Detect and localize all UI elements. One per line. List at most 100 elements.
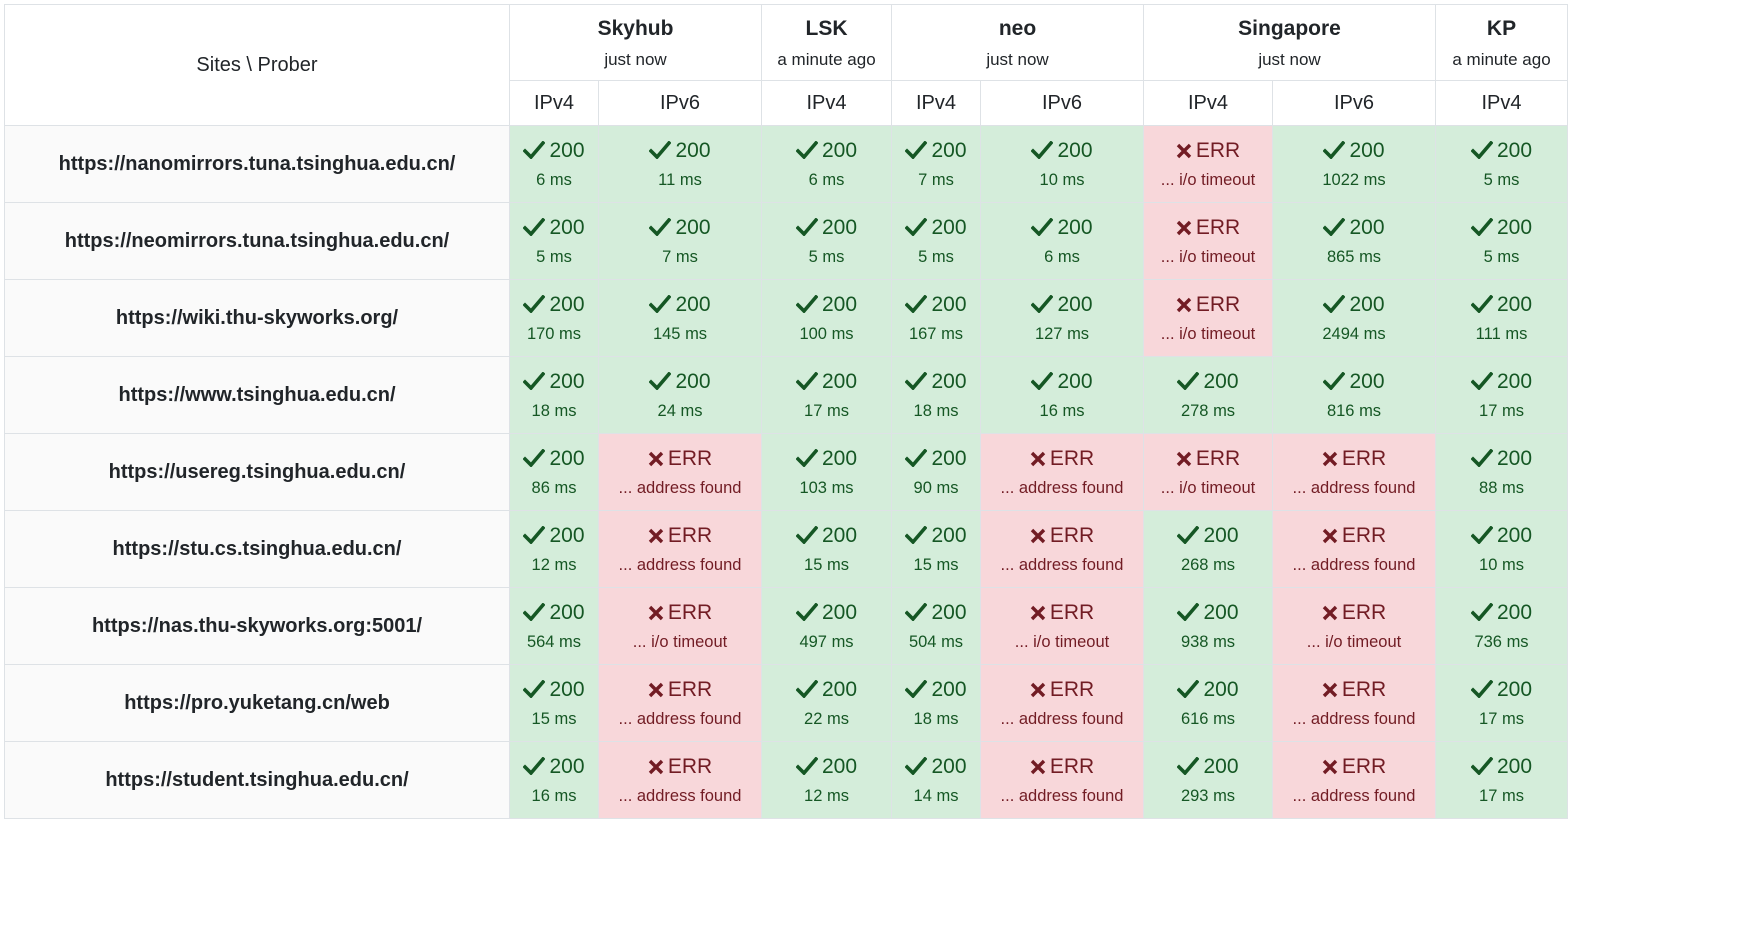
- check-icon: [523, 602, 546, 621]
- status-code: 200: [510, 216, 598, 240]
- status-code-text: 200: [931, 292, 967, 316]
- prober-name: neo: [998, 16, 1037, 40]
- status-code-text: 200: [931, 600, 967, 624]
- status-code: 200: [981, 370, 1143, 394]
- status-cell-ok: 200 15 ms: [509, 664, 599, 742]
- status-cell-error: ERR ... i/o timeout: [1272, 587, 1437, 665]
- status-cell-ok: 200 15 ms: [761, 510, 893, 588]
- latency-text: 293 ms: [1180, 786, 1236, 805]
- status-code-text: ERR: [1195, 446, 1241, 470]
- prober-updated-time: a minute ago: [777, 49, 876, 69]
- status-code: ERR: [599, 447, 761, 471]
- latency-text: 7 ms: [918, 170, 954, 189]
- check-icon: [1470, 602, 1493, 621]
- status-code: 200: [1273, 139, 1435, 163]
- status-cell-ok: 200 12 ms: [761, 741, 893, 819]
- error-detail: ... i/o timeout: [632, 632, 728, 651]
- status-code: 200: [510, 755, 598, 779]
- check-icon: [795, 448, 818, 467]
- error-detail: ... address found: [1000, 555, 1124, 574]
- check-icon: [905, 448, 928, 467]
- status-cell-ok: 200 86 ms: [509, 433, 599, 511]
- x-icon: [648, 759, 664, 774]
- status-cell-ok: 200 5 ms: [761, 202, 893, 280]
- status-code-text: 200: [1203, 523, 1239, 547]
- check-icon: [1470, 756, 1493, 775]
- check-icon: [905, 140, 928, 159]
- status-code: 200: [892, 447, 980, 471]
- status-cell-ok: 200 90 ms: [891, 433, 982, 511]
- check-icon: [523, 294, 546, 313]
- x-icon: [1030, 605, 1046, 620]
- latency-text: 938 ms: [1180, 632, 1236, 651]
- status-cell-ok: 200 5 ms: [1435, 202, 1569, 280]
- status-code: 200: [1144, 678, 1272, 702]
- status-code: 200: [981, 293, 1143, 317]
- check-icon: [523, 525, 546, 544]
- check-icon: [1323, 217, 1346, 236]
- latency-text: 14 ms: [913, 786, 959, 805]
- latency-text: 16 ms: [1039, 401, 1085, 420]
- site-url: https://nanomirrors.tuna.tsinghua.edu.cn…: [4, 125, 510, 203]
- latency-text: 16 ms: [531, 786, 577, 805]
- status-code: 200: [1144, 601, 1272, 625]
- error-detail: ... address found: [1000, 709, 1124, 728]
- latency-text: 6 ms: [1044, 247, 1080, 266]
- status-code-text: 200: [1496, 523, 1533, 547]
- status-cell-ok: 200 5 ms: [1435, 125, 1569, 203]
- status-cell-error: ERR ... address found: [980, 664, 1145, 742]
- status-code: 200: [762, 447, 891, 471]
- latency-text: 15 ms: [804, 555, 849, 574]
- status-code-text: ERR: [667, 754, 713, 778]
- status-code: ERR: [599, 601, 761, 625]
- latency-text: 5 ms: [536, 247, 572, 266]
- status-code: 200: [892, 139, 980, 163]
- latency-text: 268 ms: [1180, 555, 1236, 574]
- check-icon: [649, 371, 672, 390]
- latency-text: 17 ms: [1479, 709, 1524, 728]
- x-icon: [648, 605, 664, 620]
- status-cell-ok: 200 6 ms: [761, 125, 893, 203]
- error-detail: ... i/o timeout: [1014, 632, 1110, 651]
- status-code: 200: [892, 601, 980, 625]
- status-code-text: 200: [675, 138, 711, 162]
- latency-text: 1022 ms: [1322, 170, 1386, 189]
- check-icon: [795, 525, 818, 544]
- check-icon: [1031, 294, 1054, 313]
- protocol-header-ipv4: IPv4: [1143, 80, 1274, 126]
- status-code: 200: [762, 678, 891, 702]
- error-detail: ... i/o timeout: [1306, 632, 1402, 651]
- status-code: 200: [1436, 678, 1567, 702]
- status-code-text: ERR: [667, 677, 713, 701]
- status-code-text: ERR: [1341, 446, 1387, 470]
- status-cell-ok: 200 17 ms: [1435, 741, 1569, 819]
- check-icon: [1470, 679, 1493, 698]
- protocol-header-ipv4: IPv4: [1435, 80, 1569, 126]
- status-cell-ok: 200 18 ms: [891, 664, 982, 742]
- status-code-text: 200: [821, 600, 858, 624]
- status-cell-ok: 200 12 ms: [509, 510, 599, 588]
- status-code-text: 200: [1203, 369, 1239, 393]
- status-code: ERR: [1144, 447, 1272, 471]
- status-code: 200: [1273, 370, 1435, 394]
- prober-updated-time: just now: [986, 49, 1049, 69]
- latency-text: 7 ms: [662, 247, 698, 266]
- check-icon: [649, 217, 672, 236]
- status-code-text: ERR: [1195, 138, 1241, 162]
- status-code-text: 200: [931, 369, 967, 393]
- status-code-text: 200: [1496, 215, 1533, 239]
- status-code-text: 200: [931, 215, 967, 239]
- status-code-text: 200: [821, 446, 858, 470]
- check-icon: [523, 217, 546, 236]
- status-code-text: 200: [1496, 600, 1533, 624]
- status-code: ERR: [981, 678, 1143, 702]
- status-code-text: 200: [931, 754, 967, 778]
- site-url: https://pro.yuketang.cn/web: [4, 664, 510, 742]
- latency-text: 145 ms: [652, 324, 708, 343]
- latency-text: 90 ms: [913, 478, 959, 497]
- latency-text: 86 ms: [531, 478, 577, 497]
- status-cell-ok: 200 17 ms: [1435, 664, 1569, 742]
- status-code: 200: [762, 755, 891, 779]
- latency-text: 103 ms: [799, 478, 854, 497]
- status-code-text: 200: [821, 215, 858, 239]
